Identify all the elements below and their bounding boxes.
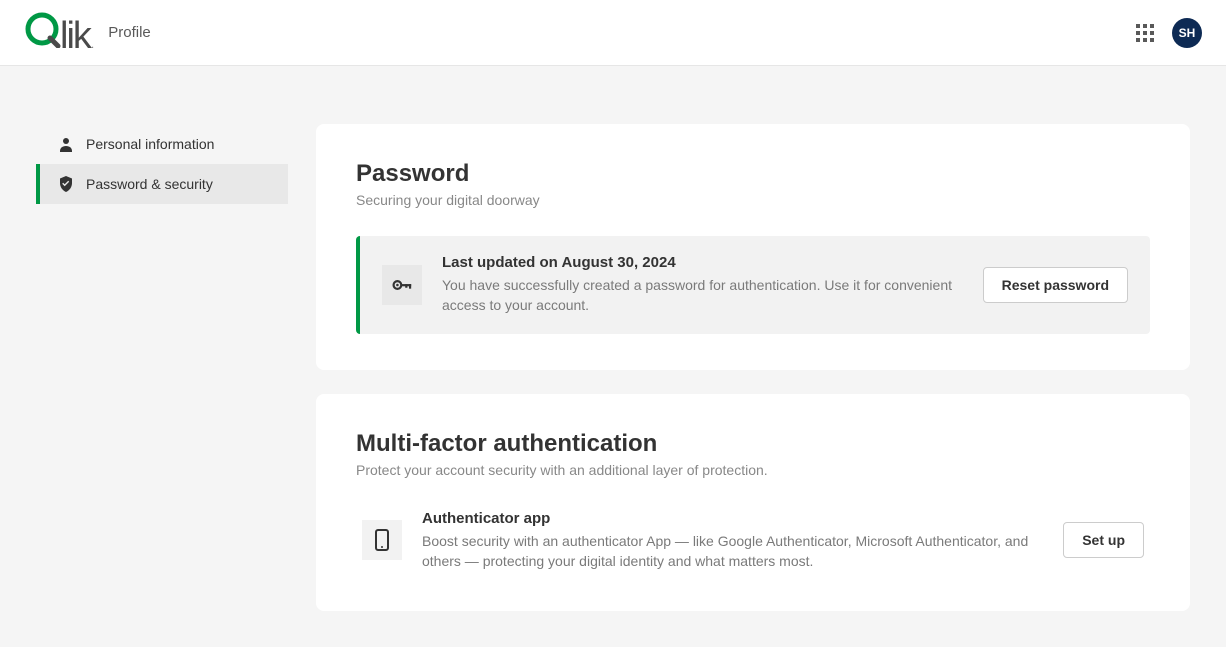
password-subtitle: Securing your digital doorway [356,192,1150,208]
key-icon [382,265,422,305]
sidebar-item-password-security[interactable]: Password & security [36,164,288,204]
password-status-desc: You have successfully created a password… [442,275,963,316]
password-title: Password [356,160,1150,188]
mfa-card: Multi-factor authentication Protect your… [316,394,1190,612]
authenticator-app-desc: Boost security with an authenticator App… [422,531,1043,572]
header: lik . Profile SH [0,0,1226,66]
qlik-logo-text: lik [60,17,90,55]
sidebar-item-personal-information[interactable]: Personal information [36,124,288,164]
password-card: Password Securing your digital doorway L… [316,124,1190,370]
person-icon [58,136,74,152]
authenticator-app-row: Authenticator app Boost security with an… [356,506,1150,576]
apps-launcher-icon[interactable] [1136,24,1154,42]
qlik-logo-dot: . [91,37,94,51]
mfa-title: Multi-factor authentication [356,430,1150,458]
reset-password-button[interactable]: Reset password [983,267,1128,303]
sidebar-item-label: Password & security [86,176,213,192]
page-title: Profile [108,24,151,41]
smartphone-icon [362,520,402,560]
setup-mfa-button[interactable]: Set up [1063,522,1144,558]
password-status-box: Last updated on August 30, 2024 You have… [356,236,1150,334]
qlik-logo[interactable]: lik . [24,10,94,55]
authenticator-app-title: Authenticator app [422,510,1043,527]
password-last-updated: Last updated on August 30, 2024 [442,254,963,271]
sidebar: Personal information Password & security [36,124,288,611]
sidebar-item-label: Personal information [86,136,214,152]
qlik-logo-q-icon [24,10,62,48]
main-content: Password Securing your digital doorway L… [316,124,1190,611]
user-avatar[interactable]: SH [1172,18,1202,48]
shield-icon [58,176,74,192]
mfa-subtitle: Protect your account security with an ad… [356,462,1150,478]
